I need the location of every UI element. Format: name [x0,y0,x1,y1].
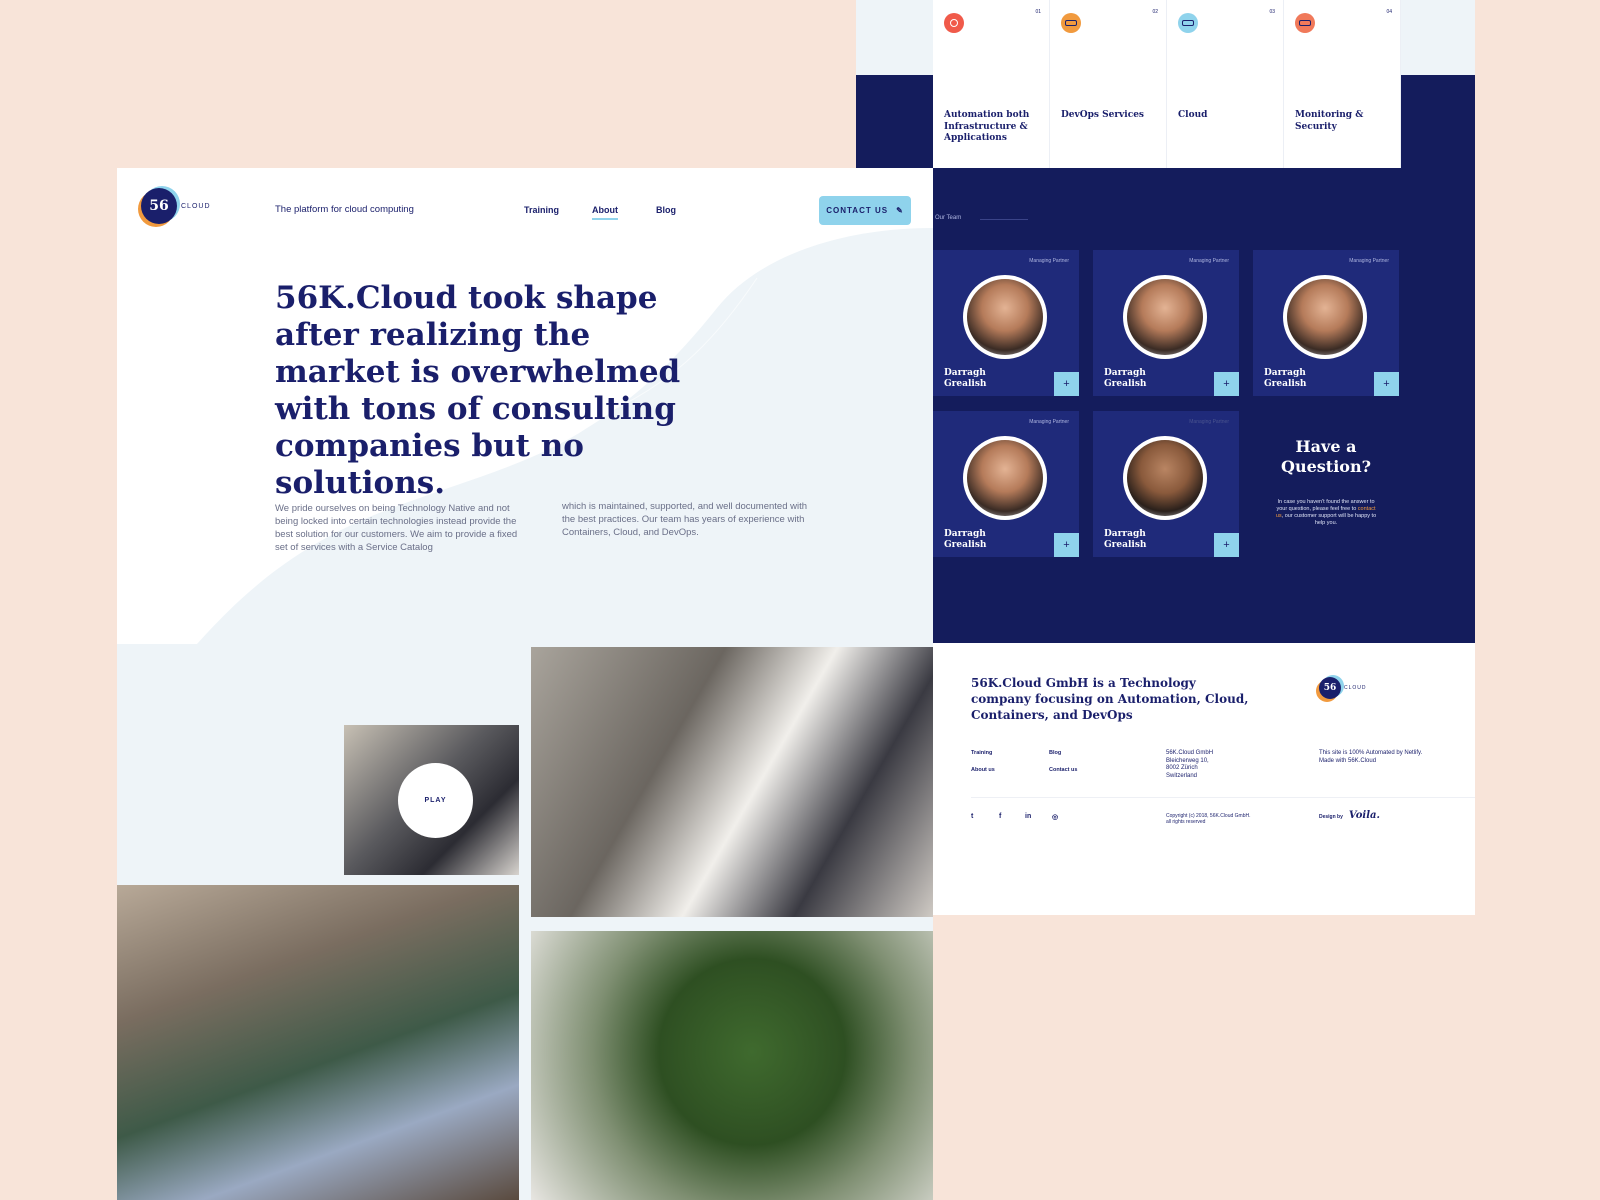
member-name: Darragh Grealish [944,368,987,389]
hero-body-left: We pride ourselves on being Technology N… [275,503,518,553]
cloud-icon [1178,13,1198,33]
linkedin-icon[interactable]: in [1025,813,1031,820]
footer-divider [971,797,1475,798]
service-number: 01 [1035,9,1041,15]
hero-body-right: which is maintained, supported, and well… [562,501,808,538]
service-card-automation[interactable]: 01 Automation both Infrastructure & Appl… [933,0,1050,168]
service-number: 04 [1386,9,1392,15]
footer-link-blog[interactable]: Blog [1049,750,1061,756]
expand-plus-button[interactable]: + [1054,533,1079,557]
about-page: 56 CLOUD The platform for cloud computin… [117,168,933,1200]
footer-netlify-note: This site is 100% Automated by Netlify. M… [1319,750,1423,764]
logo-mark: 56 [1319,677,1341,699]
member-name: Darragh Grealish [944,529,987,550]
plant-photo [531,931,933,1200]
expand-plus-button[interactable]: + [1054,372,1079,396]
contact-us-label: CONTACT US [826,206,889,215]
infinity-icon [1061,13,1081,33]
member-role: Managing Partner [1189,419,1229,425]
logo-mark: 56 [141,188,177,224]
instagram-icon[interactable]: ◎ [1052,813,1058,821]
nav-about[interactable]: About [592,205,618,220]
design-credit: Design by Voila. [1319,810,1380,821]
nav-blog[interactable]: Blog [656,205,676,215]
service-number: 03 [1269,9,1275,15]
play-button[interactable]: PLAY [398,763,473,838]
pencil-icon: ✎ [896,206,904,215]
shield-icon [1295,13,1315,33]
video-thumbnail[interactable]: PLAY [344,725,519,875]
expand-plus-button[interactable]: + [1374,372,1399,396]
brand-logo[interactable]: 56 CLOUD [141,188,211,224]
service-card-monitoring[interactable]: 04 Monitoring & Security [1284,0,1401,168]
member-photo [963,275,1047,359]
facebook-icon[interactable]: f [999,813,1001,820]
team-label: Our Team [935,215,962,221]
team-card[interactable]: Managing Partner Darragh Grealish + [933,250,1079,396]
member-role: Managing Partner [1029,419,1069,425]
logo-text: CLOUD [1344,685,1367,691]
footer-heading: 56K.Cloud GmbH is a Technology company f… [971,676,1249,722]
member-role: Managing Partner [1029,258,1069,264]
logo-text: CLOUD [181,202,211,210]
service-title: Monitoring & Security [1295,110,1364,132]
expand-plus-button[interactable]: + [1214,372,1239,396]
question-title: Have a Question? [1281,437,1371,476]
footer-address: 56K.Cloud GmbH Bleicherweg 10, 8002 Zürich… [1166,750,1214,779]
footer-logo[interactable]: 56 CLOUD [1319,677,1367,699]
footer: 56K.Cloud GmbH is a Technology company f… [933,643,1475,915]
member-name: Darragh Grealish [1104,368,1147,389]
service-title: Cloud [1178,110,1208,120]
team-photo [117,885,519,1200]
team-card[interactable]: Managing Partner Darragh Grealish + [1093,411,1239,557]
service-title: DevOps Services [1061,110,1144,120]
footer-link-about[interactable]: About us [971,767,995,773]
footer-link-contact[interactable]: Contact us [1049,767,1077,773]
member-photo [963,436,1047,520]
team-label-divider [980,219,1028,220]
service-number: 02 [1152,9,1158,15]
team-card[interactable]: Managing Partner Darragh Grealish + [1253,250,1399,396]
contact-us-button[interactable]: CONTACT US ✎ [819,196,911,225]
copyright: Copyright (c) 2018, 56K.Cloud GmbH. all r… [1166,813,1251,825]
team-card[interactable]: Managing Partner Darragh Grealish + [933,411,1079,557]
member-photo [1283,275,1367,359]
twitter-icon[interactable]: t [971,813,973,820]
member-photo [1123,436,1207,520]
expand-plus-button[interactable]: + [1214,533,1239,557]
team-card[interactable]: Managing Partner Darragh Grealish + [1093,250,1239,396]
service-card-devops[interactable]: 02 DevOps Services [1050,0,1167,168]
question-text: In case you haven't found the answer to … [1275,499,1377,526]
member-name: Darragh Grealish [1264,368,1307,389]
office-photo [531,647,933,917]
member-role: Managing Partner [1189,258,1229,264]
service-title: Automation both Infrastructure & Applica… [944,110,1030,143]
member-role: Managing Partner [1349,258,1389,264]
services-strip: 01 Automation both Infrastructure & Appl… [856,0,1475,168]
hero-heading: 56K.Cloud took shape after realizing the… [275,280,681,501]
nav-training[interactable]: Training [524,205,559,215]
voila-link[interactable]: Voila. [1349,810,1380,821]
gear-icon [944,13,964,33]
tagline: The platform for cloud computing [275,204,414,215]
question-box: Have a Question? In case you haven't fou… [1253,435,1399,581]
footer-link-training[interactable]: Training [971,750,992,756]
member-name: Darragh Grealish [1104,529,1147,550]
member-photo [1123,275,1207,359]
service-card-cloud[interactable]: 03 Cloud [1167,0,1284,168]
